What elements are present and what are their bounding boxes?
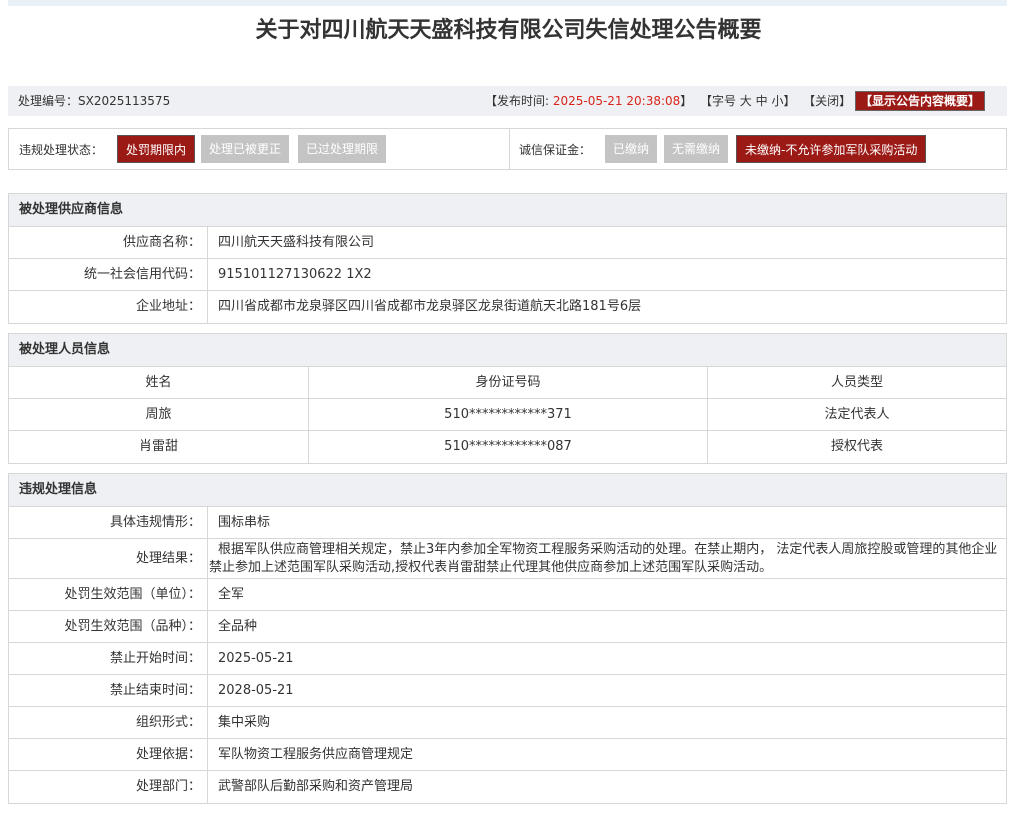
- meta-actions: 【发布时间: 2025-05-21 20:38:08】 【字号 大 中 小】 【…: [485, 86, 985, 116]
- supplier-row: 统一社会信用代码： 915101127130622 1X2: [9, 259, 1006, 291]
- violation-section: 违规处理信息 具体违规情形： 围标串标 处理结果： 根据军队供应商管理相关规定，禁止…: [8, 473, 1007, 804]
- violation-header: 违规处理信息: [9, 474, 1006, 507]
- tag-deposit-not-required: 无需缴纳: [664, 135, 729, 163]
- meta-bar: 处理编号：SX2025113575 【发布时间: 2025-05-21 20:3…: [8, 86, 1007, 116]
- close-link[interactable]: 【关闭】: [803, 94, 851, 108]
- company-address: 四川省成都市龙泉驿区四川省成都市龙泉驿区龙泉街道航天北路181号6层: [218, 299, 642, 314]
- font-large-link[interactable]: 大: [740, 94, 752, 108]
- persons-header-row: 姓名 身份证号码 人员类型: [9, 367, 1006, 399]
- page-title: 关于对四川航天天盛科技有限公司失信处理公告概要: [255, 18, 762, 43]
- result-text: 根据军队供应商管理相关规定，禁止3年内参加全军物资工程服务采购活动的处理。在禁止…: [209, 542, 998, 575]
- supplier-header: 被处理供应商信息: [9, 194, 1006, 227]
- violation-row: 具体违规情形： 围标串标: [9, 507, 1006, 539]
- tag-deposit-unpaid: 未缴纳-不允许参加军队采购活动: [736, 135, 927, 163]
- violation-row: 组织形式： 集中采购: [9, 707, 1006, 739]
- tag-corrected: 处理已被更正: [201, 135, 290, 163]
- persons-header: 被处理人员信息: [9, 334, 1006, 367]
- violation-row: 处罚生效范围（单位）： 全军: [9, 579, 1006, 611]
- violation-row: 处罚生效范围（品种）： 全品种: [9, 611, 1006, 643]
- supplier-name: 四川航天天盛科技有限公司: [218, 235, 375, 250]
- persons-section: 被处理人员信息 姓名 身份证号码 人员类型 周旅 510************…: [8, 333, 1007, 464]
- font-medium-link[interactable]: 中: [756, 94, 768, 108]
- violation-row: 处理结果： 根据军队供应商管理相关规定，禁止3年内参加全军物资工程服务采购活动的处…: [9, 539, 1006, 579]
- status-bar: 违规处理状态： 处罚期限内 处理已被更正 已过处理期限 诚信保证金： 已缴纳 无…: [8, 128, 1007, 170]
- publish-time: 2025-05-21 20:38:08: [552, 94, 681, 108]
- tag-deposit-paid: 已缴纳: [605, 135, 658, 163]
- supplier-section: 被处理供应商信息 供应商名称： 四川航天天盛科技有限公司 统一社会信用代码： 915…: [8, 193, 1007, 324]
- show-summary-button[interactable]: 【显示公告内容概要】: [854, 91, 985, 111]
- supplier-row: 供应商名称： 四川航天天盛科技有限公司: [9, 227, 1006, 259]
- tag-expired: 已过处理期限: [298, 135, 387, 163]
- top-strip: [8, 0, 1007, 6]
- supplier-row: 企业地址： 四川省成都市龙泉驿区四川省成都市龙泉驿区龙泉街道航天北路181号6层: [9, 291, 1006, 323]
- table-row: 肖雷甜 510************087 授权代表: [9, 431, 1006, 463]
- divider: [509, 129, 510, 169]
- table-row: 周旅 510************371 法定代表人: [9, 399, 1006, 431]
- font-small-link[interactable]: 小: [771, 94, 783, 108]
- violation-status-label: 违规处理状态：: [19, 143, 104, 157]
- credit-code: 915101127130622 1X2: [218, 267, 372, 282]
- violation-row: 处理部门： 武警部队后勤部采购和资产管理局: [9, 771, 1006, 803]
- violation-row: 禁止开始时间： 2025-05-21: [9, 643, 1006, 675]
- violation-row: 处理依据： 军队物资工程服务供应商管理规定: [9, 739, 1006, 771]
- case-number: 处理编号：SX2025113575: [18, 94, 171, 108]
- violation-row: 禁止结束时间： 2028-05-21: [9, 675, 1006, 707]
- tag-within-penalty: 处罚期限内: [117, 135, 196, 163]
- deposit-label: 诚信保证金：: [519, 143, 592, 157]
